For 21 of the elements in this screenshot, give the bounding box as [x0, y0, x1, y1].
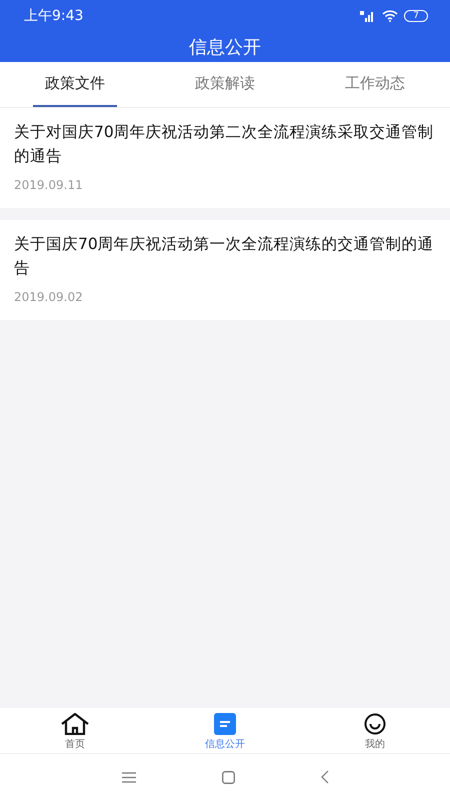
battery-level: 7 [404, 10, 428, 22]
article-date: 2019.09.02 [14, 290, 84, 304]
square-icon[interactable] [222, 770, 234, 784]
article-title: 关于国庆70周年庆祝活动第一次全流程演练的交通管制的通告 [14, 234, 435, 279]
nav-item[interactable]: 首页 [0, 708, 150, 753]
article-title: 关于对国庆70周年庆祝活动第二次全流程演练采取交通管制的通告 [14, 122, 435, 167]
tab[interactable]: 政策解读 [183, 62, 267, 107]
status-time: 上午9:43 [24, 7, 84, 25]
home-icon [60, 713, 90, 735]
back-icon[interactable] [320, 770, 328, 784]
wifi-icon [382, 10, 398, 22]
nav-item[interactable]: 我的 [300, 708, 450, 753]
tab[interactable]: 工作动态 [333, 62, 417, 107]
article-date: 2019.09.11 [14, 178, 84, 192]
article-card[interactable]: 关于国庆70周年庆祝活动第一次全流程演练的交通管制的通告 2019.09.02 [0, 220, 450, 320]
page-title: 信息公开 [189, 36, 261, 59]
article-card[interactable]: 关于对国庆70周年庆祝活动第二次全流程演练采取交通管制的通告 2019.09.11 [0, 108, 450, 208]
menu-icon[interactable] [122, 772, 136, 782]
document-icon [214, 713, 236, 735]
smile-icon [364, 713, 386, 735]
nav-item[interactable]: 信息公开 [150, 708, 300, 753]
